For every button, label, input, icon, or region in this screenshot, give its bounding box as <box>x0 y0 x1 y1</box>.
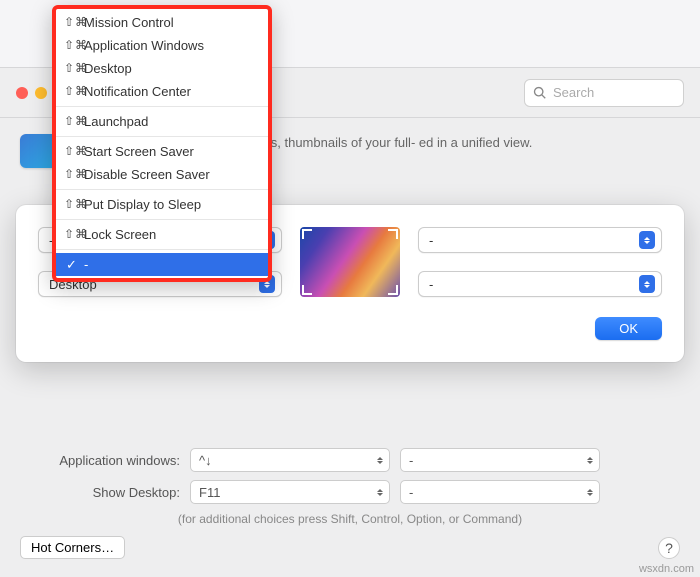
screen-preview <box>300 227 400 297</box>
menu-separator <box>56 189 268 190</box>
setting-row: Application windows: ^↓ - <box>20 448 680 472</box>
shortcut-symbol: ⇧⌘ <box>64 227 88 241</box>
menu-item-label: Start Screen Saver <box>84 144 194 159</box>
shortcut-symbol: ⇧⌘ <box>64 84 88 98</box>
menu-item-label: Mission Control <box>84 15 174 30</box>
shortcut-symbol: ⇧⌘ <box>64 167 88 181</box>
additional-hint: (for additional choices press Shift, Con… <box>20 512 680 526</box>
menu-item[interactable]: ⇧⌘Start Screen Saver <box>56 140 268 163</box>
corner-top-right-select[interactable]: - <box>418 227 662 253</box>
menu-item[interactable]: ⇧⌘Desktop <box>56 57 268 80</box>
lower-controls: Application windows: ^↓ - Show Desktop: … <box>0 448 700 559</box>
menu-item-label: Put Display to Sleep <box>84 197 201 212</box>
corner-marker-icon <box>302 229 312 239</box>
watermark: wsxdn.com <box>639 563 694 575</box>
corner-marker-icon <box>388 285 398 295</box>
menu-item[interactable]: ⇧⌘Mission Control <box>56 11 268 34</box>
shortcut-symbol: ⇧⌘ <box>64 61 88 75</box>
chevron-updown-icon <box>587 489 593 496</box>
menu-item-label: Notification Center <box>84 84 191 99</box>
row-label: Application windows: <box>20 453 180 468</box>
menu-item[interactable]: ⇧⌘Launchpad <box>56 110 268 133</box>
shortcut-symbol: ⇧⌘ <box>64 15 88 29</box>
corner-bottom-right-select[interactable]: - <box>418 271 662 297</box>
menu-item-label: Disable Screen Saver <box>84 167 210 182</box>
minimize-icon[interactable] <box>35 87 47 99</box>
chevron-updown-icon <box>639 275 655 293</box>
corner-marker-icon <box>388 229 398 239</box>
chevron-updown-icon <box>639 231 655 249</box>
chevron-updown-icon <box>587 457 593 464</box>
menu-item[interactable]: ⇧⌘Application Windows <box>56 34 268 57</box>
menu-separator <box>56 106 268 107</box>
menu-separator <box>56 249 268 250</box>
chevron-updown-icon <box>377 489 383 496</box>
menu-item-label: Desktop <box>84 61 132 76</box>
search-placeholder: Search <box>553 85 594 100</box>
shortcut-symbol: ⇧⌘ <box>64 197 88 211</box>
search-icon <box>533 86 547 100</box>
setting-row: Show Desktop: F11 - <box>20 480 680 504</box>
app-windows-shortcut-select[interactable]: ^↓ <box>190 448 390 472</box>
menu-item[interactable]: ⇧⌘Notification Center <box>56 80 268 103</box>
menu-item-selected[interactable]: - <box>56 253 268 276</box>
shortcut-symbol: ⇧⌘ <box>64 144 88 158</box>
menu-separator <box>56 219 268 220</box>
corner-bottom-right-value: - <box>429 277 433 292</box>
corner-marker-icon <box>302 285 312 295</box>
chevron-updown-icon <box>377 457 383 464</box>
menu-item-label: Launchpad <box>84 114 148 129</box>
menu-item[interactable]: ⇧⌘Put Display to Sleep <box>56 193 268 216</box>
corner-action-menu[interactable]: ⇧⌘Mission Control⇧⌘Application Windows⇧⌘… <box>52 5 272 282</box>
corner-top-right-value: - <box>429 233 433 248</box>
shortcut-symbol: ⇧⌘ <box>64 38 88 52</box>
menu-item[interactable]: ⇧⌘Lock Screen <box>56 223 268 246</box>
row-label: Show Desktop: <box>20 485 180 500</box>
ok-button[interactable]: OK <box>595 317 662 340</box>
ok-row: OK <box>38 317 662 340</box>
help-button[interactable]: ? <box>658 537 680 559</box>
show-desktop-action-select[interactable]: - <box>400 480 600 504</box>
search-input[interactable]: Search <box>524 79 684 107</box>
menu-item-label: Application Windows <box>84 38 204 53</box>
app-windows-action-select[interactable]: - <box>400 448 600 472</box>
show-desktop-shortcut-select[interactable]: F11 <box>190 480 390 504</box>
menu-item[interactable]: ⇧⌘Disable Screen Saver <box>56 163 268 186</box>
close-icon[interactable] <box>16 87 28 99</box>
shortcut-symbol: ⇧⌘ <box>64 114 88 128</box>
menu-separator <box>56 136 268 137</box>
menu-item-label: Lock Screen <box>84 227 156 242</box>
hot-corners-button[interactable]: Hot Corners… <box>20 536 125 559</box>
